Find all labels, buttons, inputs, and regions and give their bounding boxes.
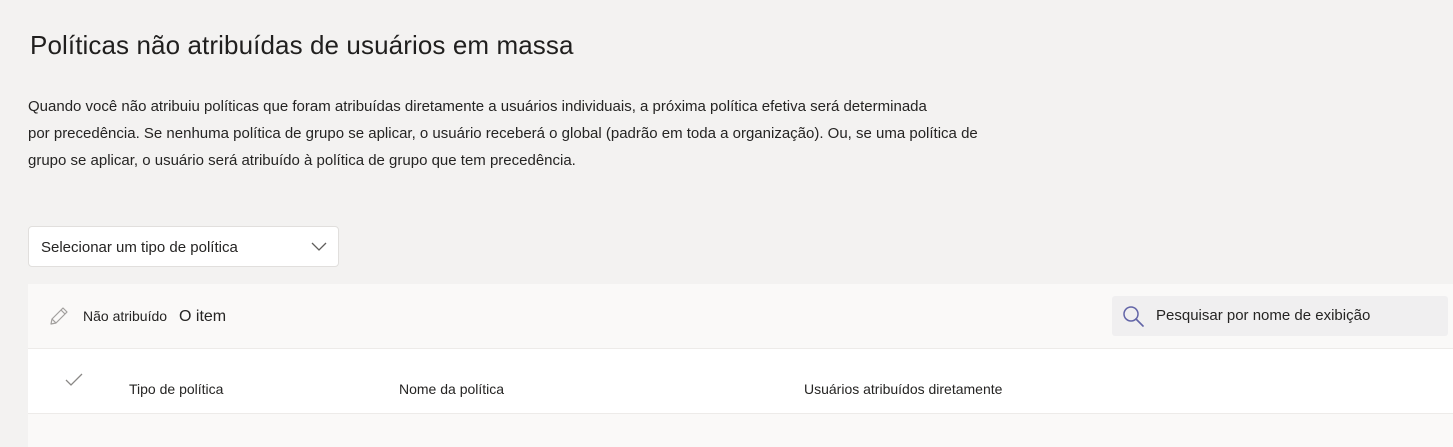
search-box[interactable]: [1112, 296, 1448, 336]
page-title: Políticas não atribuídas de usuários em …: [30, 30, 574, 60]
description-line: grupo se aplicar, o usuário será atribuí…: [28, 152, 576, 169]
unassign-button-label: Não atribuído: [83, 308, 168, 324]
policies-panel: Não atribuído O item Tipo de política No…: [28, 284, 1453, 447]
checkmark-icon[interactable]: [64, 371, 84, 389]
description-line: Quando você não atribuiu políticas que f…: [28, 98, 927, 115]
selected-item-count: O item: [179, 308, 227, 325]
chevron-down-icon: [311, 242, 327, 251]
description-line: por precedência. Se nenhuma política de …: [28, 125, 978, 142]
page-description: Quando você não atribuiu políticas que f…: [28, 93, 1068, 174]
table-header: Tipo de política Nome da política Usuári…: [28, 349, 1453, 414]
search-icon: [1123, 306, 1144, 327]
column-header-policy-name[interactable]: Nome da política: [399, 381, 504, 397]
policy-type-dropdown[interactable]: Selecionar um tipo de política: [28, 226, 339, 267]
policy-type-dropdown-value: Selecionar um tipo de política: [41, 239, 238, 256]
table-body: [28, 414, 1453, 447]
search-input[interactable]: [1156, 304, 1436, 326]
column-header-policy-type[interactable]: Tipo de política: [129, 381, 223, 397]
pencil-icon: [50, 307, 68, 325]
toolbar: Não atribuído O item: [28, 284, 1453, 349]
unassign-button[interactable]: Não atribuído: [48, 304, 167, 328]
column-header-direct-users[interactable]: Usuários atribuídos diretamente: [804, 381, 1002, 397]
